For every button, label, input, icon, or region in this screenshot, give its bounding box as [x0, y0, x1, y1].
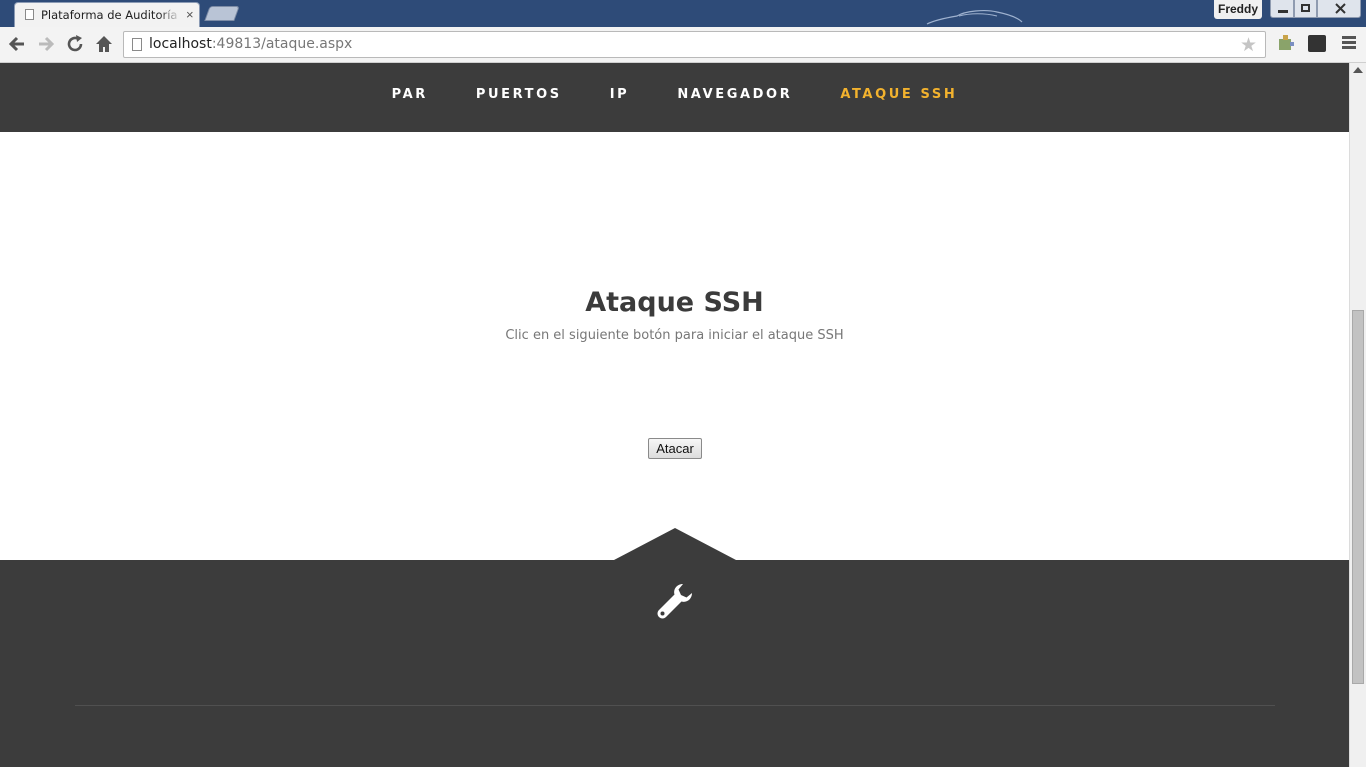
- page-scrollbar[interactable]: [1349, 63, 1366, 767]
- url-host: localhost: [149, 36, 212, 52]
- forward-button[interactable]: [35, 33, 57, 55]
- wrench-icon: [657, 584, 692, 619]
- tab-close-button[interactable]: ×: [186, 7, 194, 23]
- page-description: Clic en el siguiente botón para iniciar …: [505, 328, 844, 343]
- url-path: :49813/ataque.aspx: [211, 36, 353, 52]
- main-section: Ataque SSH Clic en el siguiente botón pa…: [0, 132, 1349, 560]
- page-icon: [132, 38, 142, 51]
- minimize-button[interactable]: [1270, 0, 1294, 18]
- page-favicon-icon: [25, 9, 34, 20]
- nav-item-ip[interactable]: IP: [610, 87, 630, 102]
- chrome-menu-icon[interactable]: [1342, 36, 1356, 50]
- bookmark-star-icon[interactable]: ★: [1240, 34, 1257, 57]
- tab-title: Plataforma de Auditoría de: [41, 8, 181, 22]
- car-theme-decoration-icon: [926, 10, 1023, 25]
- restore-button[interactable]: [1294, 0, 1317, 18]
- extension-icon[interactable]: [1308, 35, 1326, 52]
- extension-puzzle-icon[interactable]: [1277, 34, 1295, 52]
- browser-toolbar: localhost:49813/ataque.aspx ★: [0, 27, 1366, 63]
- footer: [0, 528, 1349, 767]
- page-title: Ataque SSH: [585, 287, 764, 318]
- nav-item-puertos[interactable]: PUERTOS: [476, 87, 562, 102]
- atacar-button[interactable]: Atacar: [648, 438, 702, 459]
- new-tab-button[interactable]: [204, 6, 240, 21]
- browser-tab[interactable]: Plataforma de Auditoría de ×: [14, 2, 200, 27]
- site-nav: PAR PUERTOS IP NAVEGADOR ATAQUE SSH: [0, 63, 1349, 132]
- restore-icon: [1301, 4, 1310, 12]
- url-text: localhost:49813/ataque.aspx: [149, 36, 352, 52]
- nav-item-ataque-ssh[interactable]: ATAQUE SSH: [840, 87, 957, 102]
- address-bar[interactable]: localhost:49813/ataque.aspx ★: [123, 31, 1266, 58]
- back-button[interactable]: [6, 33, 28, 55]
- scrollbar-thumb[interactable]: [1352, 310, 1364, 684]
- profile-button[interactable]: Freddy: [1214, 0, 1262, 19]
- home-button[interactable]: [93, 33, 115, 55]
- reload-button[interactable]: [64, 33, 86, 55]
- footer-notch: [614, 528, 736, 560]
- window-close-button[interactable]: [1317, 0, 1361, 18]
- close-icon: [1335, 3, 1346, 14]
- scroll-up-arrow-icon[interactable]: [1353, 67, 1363, 73]
- minimize-icon: [1278, 10, 1288, 13]
- footer-divider: [75, 705, 1275, 706]
- nav-item-par[interactable]: PAR: [392, 87, 428, 102]
- web-page: PAR PUERTOS IP NAVEGADOR ATAQUE SSH Ataq…: [0, 63, 1349, 767]
- browser-title-bar: Plataforma de Auditoría de × Freddy: [0, 0, 1366, 27]
- nav-item-navegador[interactable]: NAVEGADOR: [677, 87, 792, 102]
